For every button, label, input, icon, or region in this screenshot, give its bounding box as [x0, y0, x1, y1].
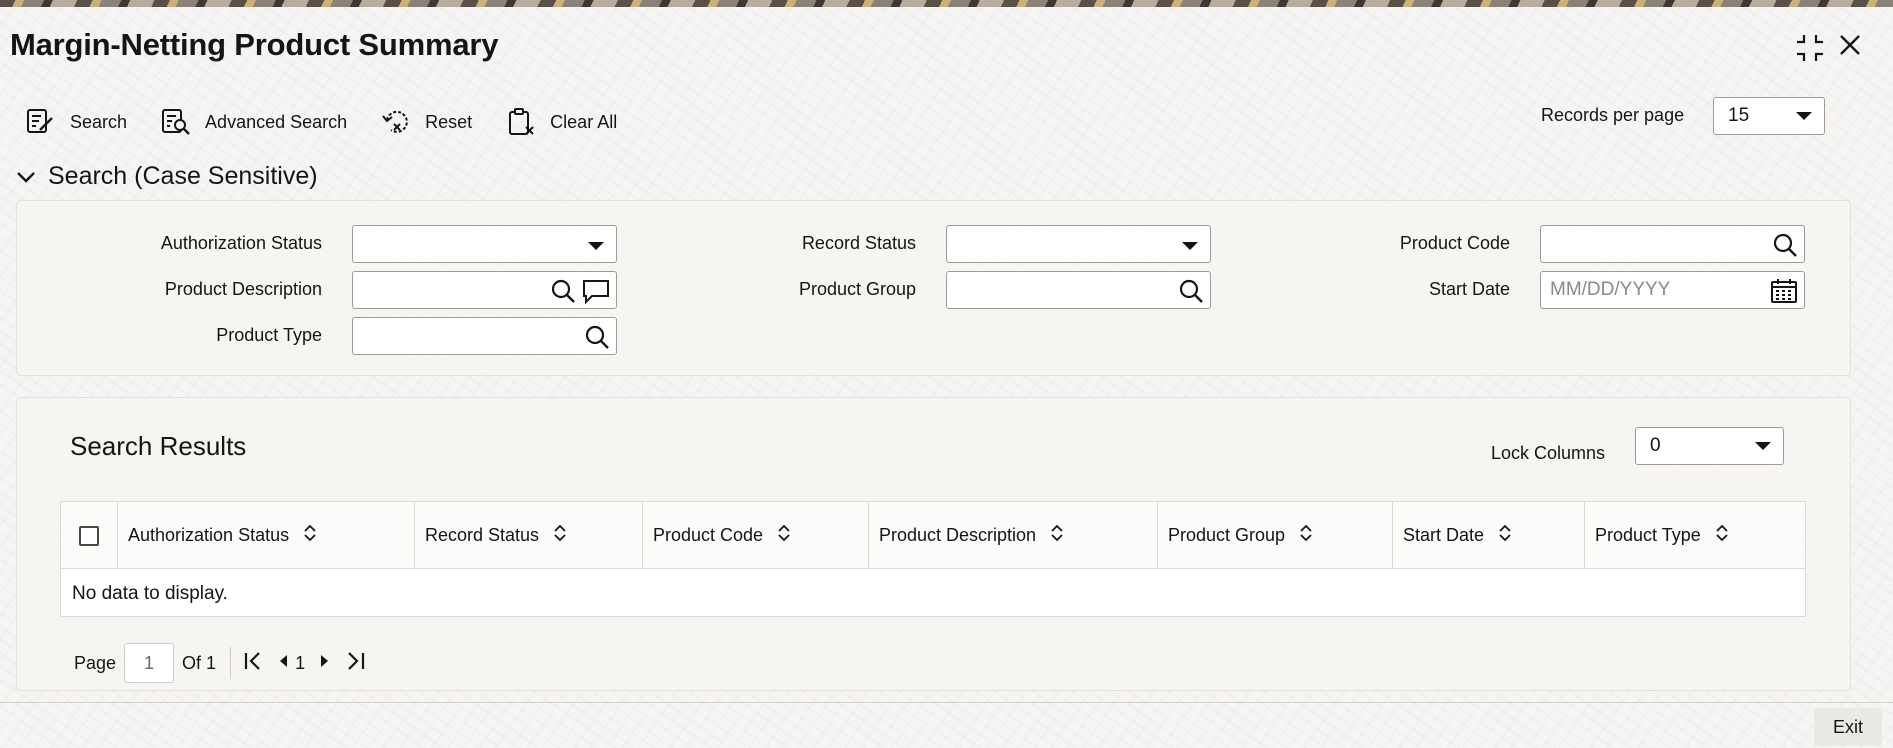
next-page-icon[interactable]	[319, 651, 331, 676]
sort-icon[interactable]	[303, 523, 317, 548]
chevron-down-icon	[1796, 112, 1812, 120]
product-type-field[interactable]	[352, 317, 617, 355]
product-group-label: Product Group	[798, 279, 916, 299]
product-description-field[interactable]	[352, 271, 617, 309]
last-page-icon[interactable]	[345, 651, 367, 676]
records-per-page-label: Records per page	[1541, 105, 1685, 125]
results-table: Authorization Status Record Status Produ…	[60, 501, 1806, 617]
footer-divider	[0, 702, 1893, 703]
current-page-number: 1	[295, 652, 306, 673]
table-header: Authorization Status Record Status Produ…	[61, 502, 1805, 569]
search-form-icon	[27, 109, 53, 133]
chevron-down-icon	[1182, 242, 1198, 250]
search-button-label: Search	[70, 111, 128, 132]
clipboard-clear-icon	[509, 108, 534, 135]
product-type-label: Product Type	[216, 325, 322, 345]
page-number-value: 1	[144, 652, 155, 673]
first-page-icon[interactable]	[243, 651, 263, 676]
column-header-label: Authorization Status	[128, 525, 290, 545]
chevron-down-icon	[17, 171, 35, 183]
sort-icon[interactable]	[1498, 523, 1512, 548]
product-code-label: Product Code	[1399, 233, 1510, 253]
search-icon[interactable]	[550, 278, 576, 310]
search-section-heading: Search (Case Sensitive)	[48, 162, 318, 190]
record-status-select[interactable]	[946, 225, 1211, 263]
page-label: Page	[74, 652, 117, 673]
column-header[interactable]: Product Description	[869, 502, 1158, 569]
records-per-page-select[interactable]: 15	[1713, 97, 1825, 135]
start-date-placeholder: MM/DD/YYYY	[1550, 279, 1671, 300]
sort-icon[interactable]	[1050, 523, 1064, 548]
pager-divider	[230, 647, 232, 679]
select-all-column	[61, 502, 118, 569]
column-header-label: Product Group	[1168, 525, 1286, 545]
minimize-icon[interactable]	[1795, 33, 1825, 63]
chevron-down-icon	[588, 242, 604, 250]
page-title: Margin-Netting Product Summary	[10, 27, 499, 62]
toolbar: Search Advanced Search Reset Clear All	[26, 107, 651, 137]
reset-button[interactable]: Reset	[381, 108, 472, 136]
search-icon[interactable]	[1178, 278, 1204, 310]
advanced-search-button[interactable]: Advanced Search	[161, 108, 347, 136]
search-button[interactable]: Search	[26, 108, 127, 136]
page-total-label: Of 1	[182, 652, 217, 673]
chevron-down-icon	[1755, 442, 1771, 450]
sort-icon[interactable]	[777, 523, 791, 548]
summary-window: Margin-Netting Product Summary Search Ad…	[0, 7, 1893, 748]
records-per-page-value: 15	[1728, 105, 1750, 126]
column-header[interactable]: Start Date	[1393, 502, 1585, 569]
comment-icon[interactable]	[582, 278, 610, 310]
search-icon[interactable]	[1772, 232, 1798, 264]
calendar-icon[interactable]	[1770, 278, 1798, 310]
sort-icon[interactable]	[1299, 523, 1313, 548]
search-icon[interactable]	[584, 324, 610, 356]
reset-icon	[382, 110, 408, 133]
search-section-toggle[interactable]: Search (Case Sensitive)	[16, 162, 318, 191]
lock-columns-label: Lock Columns	[1491, 443, 1606, 463]
column-header[interactable]: Product Group	[1158, 502, 1393, 569]
record-status-label: Record Status	[801, 233, 916, 253]
column-header[interactable]: Record Status	[415, 502, 643, 569]
advanced-search-button-label: Advanced Search	[205, 111, 348, 132]
sort-icon[interactable]	[553, 523, 567, 548]
start-date-field[interactable]: MM/DD/YYYY	[1540, 271, 1805, 309]
product-description-label: Product Description	[164, 279, 322, 299]
clear-all-button[interactable]: Clear All	[506, 107, 617, 137]
search-results-title: Search Results	[70, 431, 247, 461]
column-header[interactable]: Authorization Status	[118, 502, 415, 569]
lock-columns-value: 0	[1650, 435, 1661, 456]
page-number-input[interactable]: 1	[124, 643, 175, 683]
reset-button-label: Reset	[425, 111, 473, 132]
empty-table-message: No data to display.	[72, 583, 228, 604]
authorization-status-select[interactable]	[352, 225, 617, 263]
product-code-field[interactable]	[1540, 225, 1805, 263]
exit-button-label: Exit	[1832, 716, 1863, 737]
column-header-label: Product Description	[879, 525, 1037, 545]
previous-page-icon[interactable]	[277, 651, 289, 676]
clear-all-button-label: Clear All	[550, 111, 618, 132]
authorization-status-label: Authorization Status	[160, 233, 322, 253]
exit-button[interactable]: Exit	[1814, 708, 1882, 746]
sort-icon[interactable]	[1715, 523, 1729, 548]
select-all-checkbox[interactable]	[79, 526, 99, 546]
product-group-field[interactable]	[946, 271, 1211, 309]
column-header[interactable]: Product Type	[1585, 502, 1807, 569]
column-header[interactable]: Product Code	[643, 502, 869, 569]
pagination: Page 1 Of 1 1	[74, 643, 381, 683]
close-icon[interactable]	[1838, 33, 1862, 57]
advanced-search-icon	[162, 109, 190, 135]
column-header-label: Product Type	[1595, 525, 1701, 545]
column-header-label: Start Date	[1403, 525, 1485, 545]
top-decorative-strip	[0, 0, 1893, 7]
lock-columns-select[interactable]: 0	[1635, 427, 1784, 465]
column-header-label: Record Status	[425, 525, 540, 545]
start-date-label: Start Date	[1428, 279, 1510, 299]
column-header-label: Product Code	[653, 525, 764, 545]
